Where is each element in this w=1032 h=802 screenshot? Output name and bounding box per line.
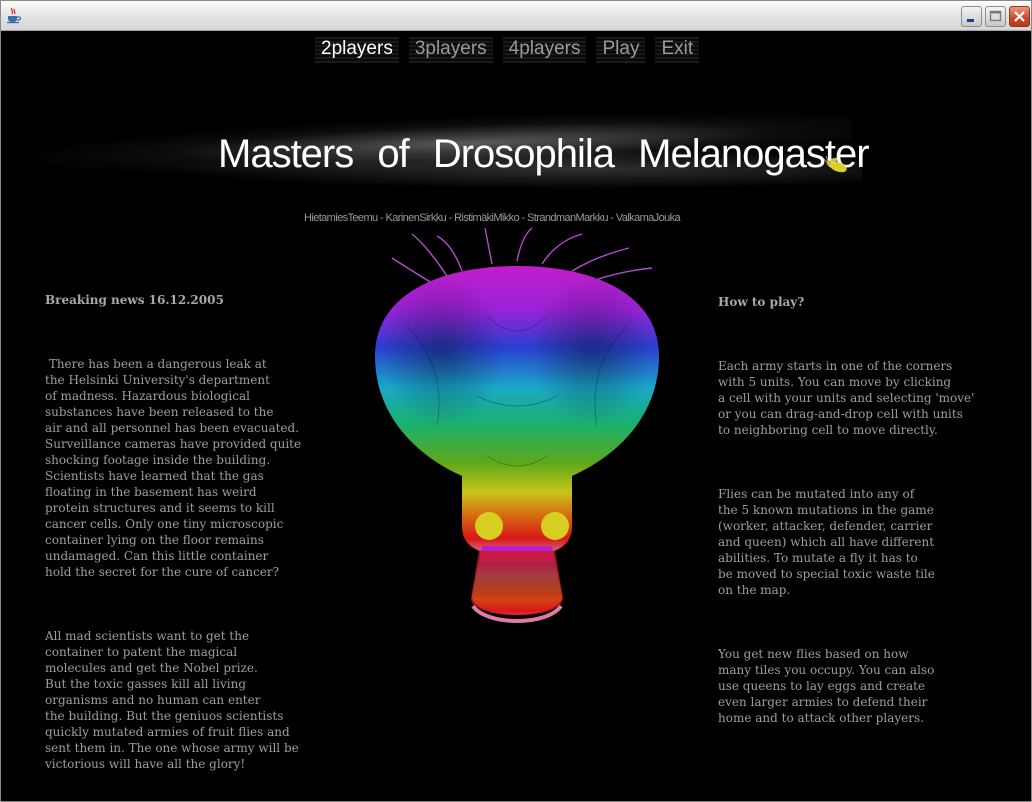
menu-4players[interactable]: 4players — [502, 37, 587, 63]
news-paragraph: There has been a dangerous leak at the H… — [45, 357, 302, 579]
author-credits: HietamiesTeemu - KarinenSirkku - Ristimä… — [304, 212, 681, 224]
minimize-icon — [967, 19, 974, 22]
menu-2players[interactable]: 2players — [315, 37, 399, 63]
title-bar[interactable] — [1, 1, 1031, 31]
title-banner: Masters of Drosophila Melanogaster Hieta… — [2, 89, 1030, 224]
maximize-button[interactable] — [985, 6, 1006, 27]
how-to-play-heading: How to play? — [718, 295, 805, 309]
close-button[interactable] — [1009, 6, 1030, 27]
game-content: 2players 3players 4players Play Exit Mas… — [2, 31, 1030, 801]
fly-logo-icon — [822, 155, 847, 173]
game-title: Masters of Drosophila Melanogaster — [218, 132, 870, 176]
maximize-icon — [989, 10, 1002, 22]
how-to-play-column: How to play? Each army starts in one of … — [718, 262, 974, 774]
close-icon — [1014, 11, 1025, 22]
news-heading: Breaking news 16.12.2005 — [45, 293, 224, 307]
news-column: Breaking news 16.12.2005 There has been … — [45, 260, 301, 801]
game-window: 2players 3players 4players Play Exit Mas… — [0, 0, 1032, 802]
how-to-play-paragraph: Each army starts in one of the corners w… — [718, 359, 975, 437]
how-to-play-paragraph: You get new flies based on how many tile… — [718, 647, 935, 725]
menu-exit[interactable]: Exit — [655, 37, 700, 63]
fruit-fly-head-image — [375, 227, 659, 623]
java-cup-icon[interactable] — [5, 6, 23, 24]
main-menu: 2players 3players 4players Play Exit — [315, 37, 700, 63]
how-to-play-paragraph: Flies can be mutated into any of the 5 k… — [718, 487, 935, 597]
menu-3players[interactable]: 3players — [408, 37, 493, 63]
menu-play[interactable]: Play — [596, 37, 646, 63]
minimize-button[interactable] — [961, 6, 982, 27]
news-paragraph: All mad scientists want to get the conta… — [45, 629, 299, 771]
